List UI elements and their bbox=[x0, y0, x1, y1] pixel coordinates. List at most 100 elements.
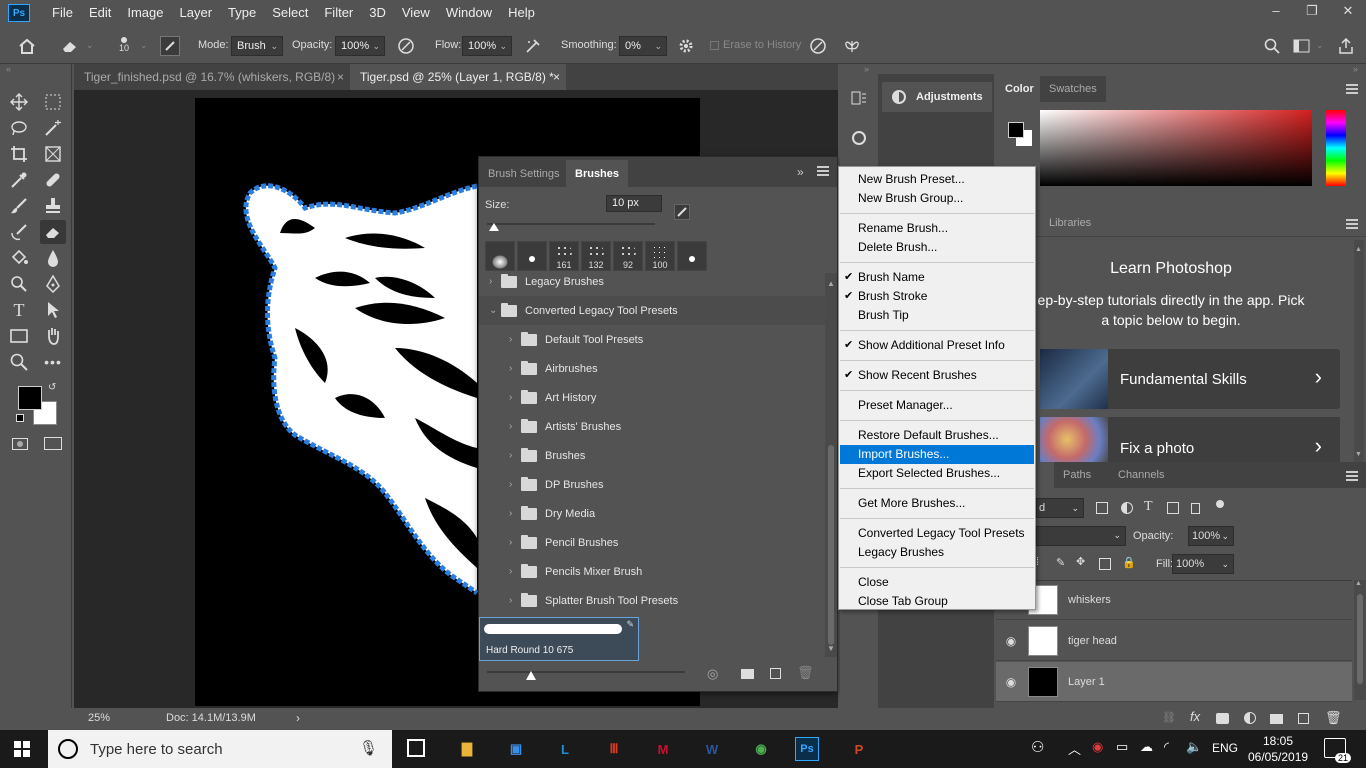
show-hidden-icons-chevron-icon[interactable]: ︿ bbox=[1068, 739, 1081, 758]
menu-edit[interactable]: Edit bbox=[81, 0, 119, 26]
delete-brush-icon[interactable]: 🗑 bbox=[797, 665, 814, 681]
store-icon[interactable]: ▣ bbox=[501, 734, 531, 764]
menu-item[interactable]: Export Selected Brushes... bbox=[840, 464, 1034, 483]
frame-tool-icon[interactable] bbox=[40, 142, 66, 166]
menu-item[interactable]: Brush Tip bbox=[840, 306, 1034, 325]
language-indicator[interactable]: ENG bbox=[1212, 741, 1238, 755]
menu-3d[interactable]: 3D bbox=[361, 0, 394, 26]
layer-style-fx-icon[interactable]: fx bbox=[1190, 709, 1200, 724]
microphone-icon[interactable]: 🎙 bbox=[359, 739, 378, 757]
workspace-chevron-icon[interactable]: ⌄ bbox=[1316, 40, 1324, 51]
tab-brush-settings[interactable]: Brush Settings bbox=[479, 160, 569, 188]
add-mask-icon[interactable] bbox=[1216, 713, 1229, 724]
panel-menu-icon[interactable] bbox=[1346, 219, 1358, 229]
swap-colors-icon[interactable]: ↺ bbox=[48, 382, 56, 393]
disclosure-chevron-icon[interactable]: › bbox=[509, 363, 521, 374]
brush-preset-picker[interactable]: 10 bbox=[114, 35, 134, 59]
panel-menu-icon[interactable] bbox=[817, 166, 829, 176]
brush-group-row[interactable]: › Brushes bbox=[479, 441, 825, 470]
brush-group-row[interactable]: › DP Brushes bbox=[479, 470, 825, 499]
menu-item[interactable]: Rename Brush... bbox=[840, 219, 1034, 238]
menu-item[interactable]: Delete Brush... bbox=[840, 238, 1034, 257]
windows-start-icon[interactable] bbox=[14, 741, 30, 757]
brush-group-row[interactable]: › Default Tool Presets bbox=[479, 325, 825, 354]
wifi-icon[interactable]: ◜ bbox=[1164, 739, 1169, 755]
paint-bucket-tool-icon[interactable] bbox=[6, 246, 32, 270]
recent-brush-tile[interactable]: 161 bbox=[549, 241, 579, 271]
magic-wand-tool-icon[interactable] bbox=[40, 116, 66, 140]
recent-brush-tile[interactable]: 132 bbox=[581, 241, 611, 271]
chrome-icon[interactable]: ◉ bbox=[746, 734, 776, 764]
brush-tool-icon[interactable] bbox=[6, 194, 32, 218]
filter-kind-select[interactable]: d ⌄ bbox=[1036, 498, 1084, 518]
flow-input[interactable]: 100% ⌄ bbox=[462, 36, 512, 56]
opacity-input[interactable]: 100% ⌄ bbox=[335, 36, 385, 56]
battery-icon[interactable]: ▭ bbox=[1116, 739, 1128, 755]
tab-channels[interactable]: Channels bbox=[1109, 462, 1173, 488]
workspace-switcher-icon[interactable] bbox=[1292, 36, 1312, 56]
menu-file[interactable]: File bbox=[44, 0, 81, 26]
close-window-button[interactable]: ✕ bbox=[1330, 0, 1366, 24]
recent-brush-tile[interactable]: 100 bbox=[645, 241, 675, 271]
tab-tiger-finished[interactable]: Tiger_finished.psd @ 16.7% (whiskers, RG… bbox=[74, 64, 350, 90]
task-view-icon[interactable] bbox=[407, 739, 425, 757]
hue-slider[interactable] bbox=[1326, 110, 1346, 186]
brush-group-row[interactable]: › Art History bbox=[479, 383, 825, 412]
menu-item[interactable]: Legacy Brushes bbox=[840, 543, 1034, 562]
airbrush-icon[interactable] bbox=[523, 36, 543, 56]
pressure-opacity-icon[interactable] bbox=[396, 36, 416, 56]
layer-row[interactable]: ◉ Layer 1 bbox=[996, 662, 1352, 702]
taskbar-clock[interactable]: 18:05 06/05/2019 bbox=[1248, 733, 1308, 765]
layer-row[interactable]: whiskers bbox=[996, 580, 1352, 620]
zoom-level[interactable]: 25% bbox=[88, 712, 110, 724]
recent-brush-tile[interactable] bbox=[677, 241, 707, 271]
lasso-tool-icon[interactable] bbox=[6, 116, 32, 140]
foreground-color-swatch[interactable] bbox=[18, 386, 42, 410]
menu-view[interactable]: View bbox=[394, 0, 438, 26]
security-tray-icon[interactable]: ◉ bbox=[1092, 739, 1103, 755]
close-tab-icon[interactable]: × bbox=[553, 64, 560, 90]
visibility-eye-icon[interactable]: ◉ bbox=[996, 675, 1026, 689]
disclosure-chevron-icon[interactable]: › bbox=[509, 479, 521, 490]
brush-picker-chevron-icon[interactable]: ⌄ bbox=[140, 40, 148, 51]
menu-item[interactable]: Restore Default Brushes... bbox=[840, 426, 1034, 445]
recent-brush-tile[interactable]: 92 bbox=[613, 241, 643, 271]
link-layers-icon[interactable]: ⛓ bbox=[1162, 711, 1176, 724]
size-slider-thumb[interactable] bbox=[489, 223, 499, 231]
preview-size-slider[interactable] bbox=[487, 671, 685, 673]
taskbar-search-box[interactable]: Type here to search 🎙 bbox=[48, 730, 392, 768]
history-panel-icon[interactable] bbox=[850, 90, 868, 106]
filter-smart-object-icon[interactable] bbox=[1191, 503, 1200, 514]
recent-brush-tile[interactable] bbox=[485, 241, 515, 271]
tab-color[interactable]: Color bbox=[996, 76, 1043, 102]
new-layer-icon[interactable] bbox=[1298, 713, 1309, 724]
tab-tiger[interactable]: Tiger.psd @ 25% (Layer 1, RGB/8) * × bbox=[350, 64, 566, 90]
brush-list-scrollbar[interactable]: ▲ ▼ bbox=[825, 273, 837, 657]
disclosure-chevron-icon[interactable]: › bbox=[509, 595, 521, 606]
tab-brushes[interactable]: Brushes bbox=[566, 160, 629, 188]
tool-preset-chevron-icon[interactable]: ⌄ bbox=[86, 40, 94, 51]
erase-to-history-checkbox[interactable] bbox=[710, 41, 719, 50]
color-field[interactable] bbox=[1040, 110, 1312, 186]
learn-scrollbar[interactable]: ▲ ▼ bbox=[1354, 240, 1364, 462]
menu-item[interactable]: New Brush Preset... bbox=[840, 170, 1034, 189]
tab-swatches[interactable]: Swatches bbox=[1040, 76, 1106, 102]
home-icon[interactable] bbox=[17, 36, 37, 56]
menu-item[interactable]: New Brush Group... bbox=[840, 189, 1034, 208]
photoshop-icon[interactable]: Ps bbox=[795, 737, 819, 761]
disclosure-chevron-icon[interactable]: › bbox=[509, 450, 521, 461]
eyedropper-tool-icon[interactable] bbox=[6, 168, 32, 192]
mcafee-icon[interactable]: M bbox=[648, 734, 678, 764]
eraser-tool-icon[interactable] bbox=[60, 36, 80, 56]
mode-select[interactable]: Brush ⌄ bbox=[231, 36, 283, 56]
collapse-dock-icon[interactable]: » bbox=[1353, 64, 1358, 74]
more-tools-icon[interactable]: ••• bbox=[40, 350, 66, 374]
pressure-size-icon[interactable] bbox=[808, 36, 828, 56]
pen-tool-icon[interactable] bbox=[40, 272, 66, 296]
new-adjustment-layer-icon[interactable] bbox=[1244, 712, 1256, 724]
panel-menu-icon[interactable] bbox=[1346, 84, 1358, 94]
menu-item[interactable]: ✔ Show Additional Preset Info bbox=[840, 336, 1034, 355]
filter-type-icon[interactable]: T bbox=[1144, 499, 1153, 515]
disclosure-chevron-icon[interactable]: › bbox=[509, 392, 521, 403]
disclosure-chevron-icon[interactable]: › bbox=[509, 566, 521, 577]
